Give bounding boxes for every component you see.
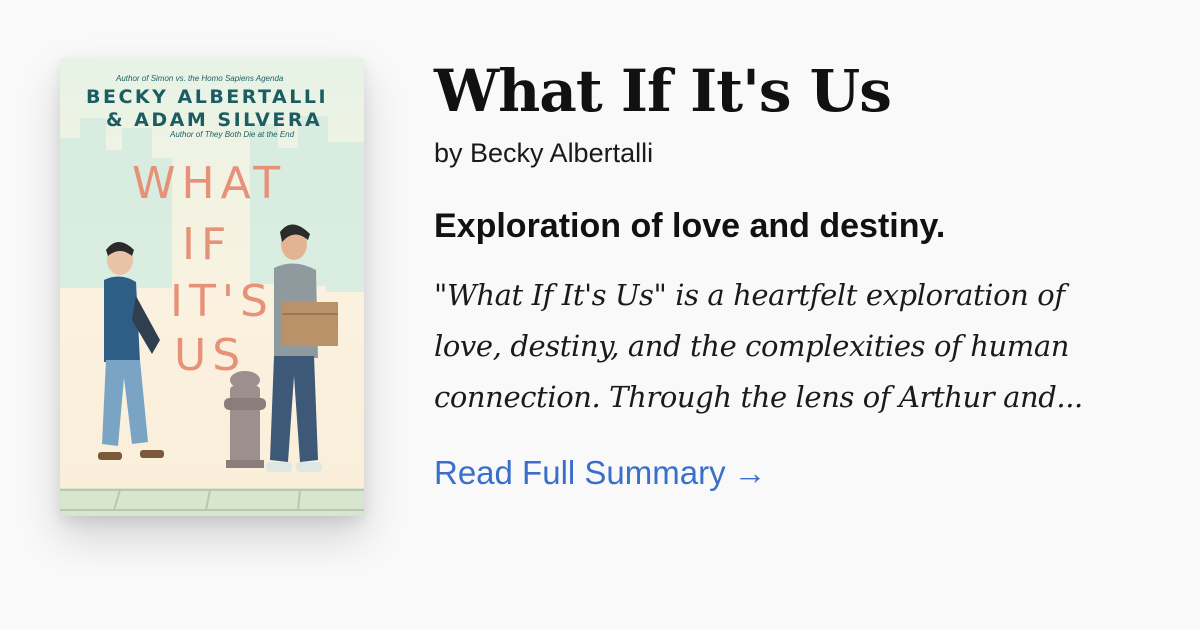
book-tagline: Exploration of love and destiny. xyxy=(434,207,946,245)
book-info: What If It's Us by Becky Albertalli Expl… xyxy=(434,52,1164,493)
book-title: What If It's Us xyxy=(434,57,892,125)
book-summary: "What If It's Us" is a heartfelt explora… xyxy=(434,270,1134,423)
cover-title-word: US xyxy=(174,330,247,381)
cover-title-word: IF xyxy=(182,219,233,270)
cover-tagline-mid: Author of They Both Die at the End xyxy=(170,130,295,139)
book-cover[interactable]: Author of Simon vs. the Homo Sapiens Age… xyxy=(60,58,364,516)
book-byline: by Becky Albertalli xyxy=(434,138,654,168)
read-full-summary-link[interactable]: Read Full Summary → xyxy=(434,453,767,493)
cover-art: Author of Simon vs. the Homo Sapiens Age… xyxy=(60,58,364,516)
cover-title-word: IT'S xyxy=(170,276,274,327)
summary-line: love, destiny, and the complexities of h… xyxy=(434,329,1070,363)
summary-line: "What If It's Us" is a heartfelt explora… xyxy=(434,278,1065,312)
cover-title-word: WHAT xyxy=(132,158,287,209)
read-full-summary-label: Read Full Summary xyxy=(434,454,726,491)
summary-line: connection. Through the lens of Arthur a… xyxy=(434,380,1083,414)
arrow-right-icon: → xyxy=(733,454,767,491)
cover-author-1: BECKY ALBERTALLI xyxy=(86,86,329,108)
sidewalk xyxy=(60,488,364,516)
fire-hydrant xyxy=(224,371,266,468)
cover-author-2: & ADAM SILVERA xyxy=(106,109,323,131)
cover-tagline-top: Author of Simon vs. the Homo Sapiens Age… xyxy=(116,74,284,83)
